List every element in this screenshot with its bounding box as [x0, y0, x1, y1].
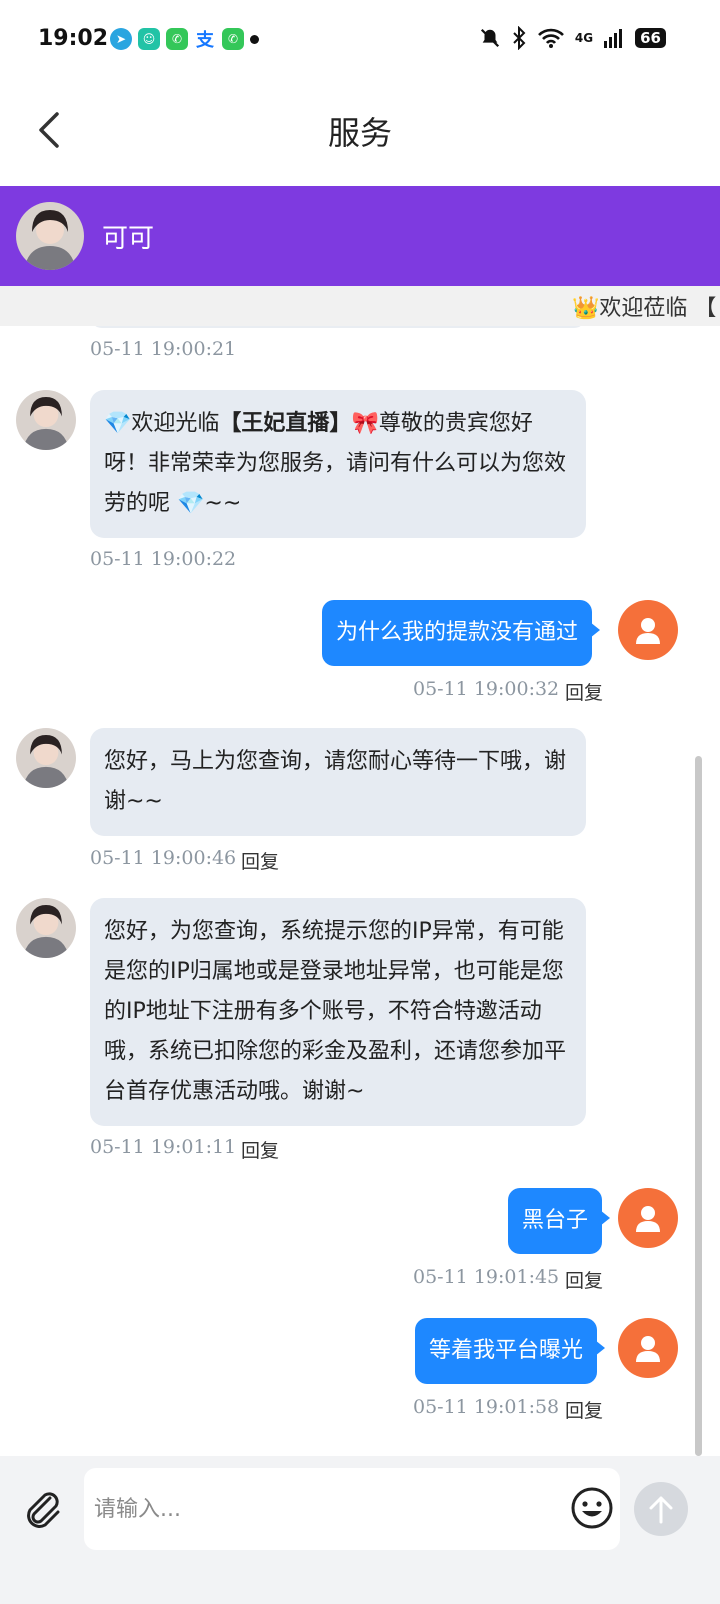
user-icon	[636, 618, 660, 644]
user-message-bubble: 为什么我的提款没有通过	[322, 600, 601, 666]
attach-button[interactable]	[20, 1486, 64, 1530]
message-timestamp: 05-11 19:00:32	[413, 678, 560, 700]
user-avatar	[618, 1318, 678, 1378]
system-status-icons: 4G 66	[479, 26, 666, 50]
arrow-up-icon	[649, 1496, 673, 1524]
message-timestamp: 05-11 19:01:11	[90, 1136, 237, 1158]
emoji-button[interactable]	[570, 1486, 614, 1530]
user-avatar	[618, 1188, 678, 1248]
previous-message-bubble	[90, 326, 586, 328]
agent-info-bar: 可可	[0, 186, 720, 286]
reply-button[interactable]: 回复	[565, 1396, 603, 1423]
user-icon	[636, 1336, 660, 1362]
more-notifications-dot	[250, 34, 259, 44]
status-bar: 19:02 ➤ ☺ ✆ 支 ✆ 4G 66	[0, 0, 720, 84]
smiley-icon	[571, 1487, 613, 1529]
agent-message-bubble: 您好，为您查询，系统提示您的IP异常，有可能是您的IP归属地或是登录地址异常，也…	[90, 898, 586, 1126]
message-input[interactable]	[84, 1468, 620, 1550]
message-timestamp: 05-11 19:00:21	[90, 338, 237, 360]
signal-icon	[604, 29, 623, 48]
bluetooth-icon	[513, 26, 526, 50]
reply-button[interactable]: 回复	[565, 678, 603, 705]
message-text: 欢迎光临	[131, 411, 220, 436]
agent-message-avatar	[16, 390, 76, 450]
message-text: ~~	[204, 491, 242, 516]
reply-button[interactable]: 回复	[241, 847, 279, 874]
bow-icon: 🎀	[351, 411, 379, 436]
user-message-bubble: 黑台子	[508, 1188, 611, 1254]
paperclip-icon	[27, 1492, 60, 1528]
app-notification-icon: ☺	[138, 28, 160, 50]
reply-button[interactable]: 回复	[241, 1136, 279, 1163]
diamond-icon: 💎	[177, 491, 205, 516]
page-title: 服务	[327, 114, 392, 152]
notification-icons: ➤ ☺ ✆ 支 ✆	[110, 28, 259, 51]
notice-marquee: 👑欢迎莅临 【	[0, 286, 720, 326]
alipay-icon: 支	[196, 30, 214, 51]
battery-indicator: 66	[635, 28, 666, 48]
agent-name: 可可	[102, 224, 155, 254]
chat-scrollbar[interactable]	[695, 756, 702, 1456]
diamond-icon: 💎	[104, 411, 132, 436]
agent-avatar[interactable]	[16, 202, 84, 270]
telegram-icon: ➤	[110, 28, 132, 50]
agent-message-avatar	[16, 898, 76, 958]
user-icon	[636, 1206, 660, 1232]
agent-message-avatar	[16, 728, 76, 788]
send-button[interactable]	[634, 1482, 688, 1536]
status-time: 19:02	[38, 26, 109, 51]
page-header: 服务	[0, 84, 720, 186]
network-type: 4G	[574, 31, 594, 45]
agent-message-bubble: 💎欢迎光临【王妃直播】🎀尊敬的贵宾您好呀！非常荣幸为您服务，请问有什么可以为您效…	[90, 390, 586, 538]
agent-message-bubble: 您好，马上为您查询，请您耐心等待一下哦，谢谢~~	[90, 728, 586, 836]
message-timestamp: 05-11 19:01:58	[413, 1396, 560, 1418]
reply-button[interactable]: 回复	[565, 1266, 603, 1293]
user-message-bubble: 等着我平台曝光	[415, 1318, 606, 1384]
phone-app-icon-2: ✆	[222, 28, 244, 50]
message-timestamp: 05-11 19:00:22	[90, 548, 237, 570]
mute-bell-icon	[480, 28, 499, 48]
phone-app-icon: ✆	[166, 28, 188, 50]
notice-text: 👑欢迎莅临 【	[572, 296, 717, 321]
message-timestamp: 05-11 19:01:45	[413, 1266, 560, 1288]
wifi-icon	[538, 28, 564, 48]
user-avatar	[618, 600, 678, 660]
message-timestamp: 05-11 19:00:46	[90, 847, 237, 869]
message-bold-text: 【王妃直播】	[219, 411, 352, 436]
message-input-bar	[0, 1456, 720, 1604]
chat-message-list[interactable]: 05-11 19:00:21 💎欢迎光临【王妃直播】🎀尊敬的贵宾您好呀！非常荣幸…	[0, 326, 720, 1456]
